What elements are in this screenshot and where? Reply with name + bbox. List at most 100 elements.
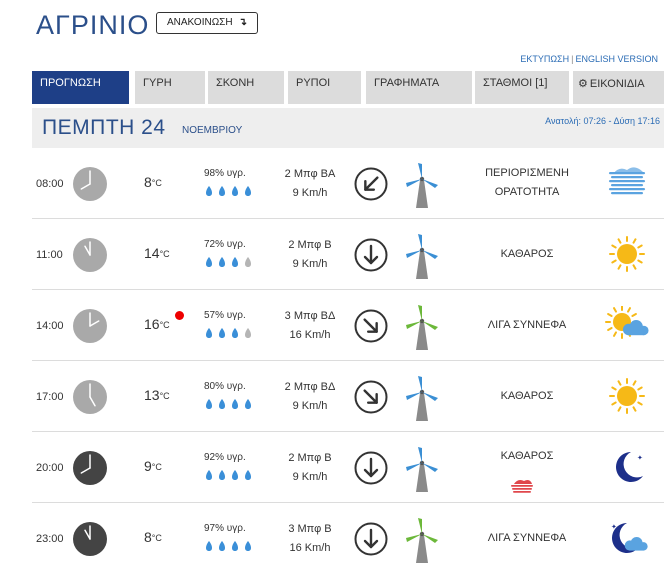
wind-force: 2 Μπφ ΒΑ (284, 168, 336, 180)
wind-force: 2 Μπφ Β (288, 452, 332, 464)
announcement-button[interactable]: ΑΝΑΚΟΙΝΩΣΗ ↴ (156, 12, 258, 34)
condition: ΚΑΘΑΡΟΣ (457, 447, 597, 466)
red-haze-icon (511, 480, 533, 493)
condition: ΠΕΡΙΟΡΙΣΜΕΝΗ ΟΡΑΤΟΤΗΤΑ (457, 164, 597, 202)
wind-turbine (404, 446, 440, 492)
wind-direction-icon (354, 380, 388, 414)
wind-speed: 9 Km/h (292, 400, 328, 412)
print-link[interactable]: ΕΚΤΥΠΩΣΗ (520, 54, 569, 64)
wind-direction-icon (354, 167, 388, 201)
condition-line: ΛΙΓΑ ΣΥΝΝΕΦΑ (487, 532, 567, 544)
temperature: 8°C (144, 174, 162, 190)
svg-text:✦: ✦ (637, 454, 643, 462)
return-arrow-icon: ↴ (238, 17, 247, 28)
wind-turbine-icon (406, 305, 438, 350)
humidity-drops (204, 184, 264, 196)
wind-turbine-icon (406, 376, 438, 421)
clock-icon (73, 309, 107, 343)
wind-force: 2 Μπφ Β (288, 239, 332, 251)
moon-icon: ✦ (616, 452, 643, 482)
condition: ΛΙΓΑ ΣΥΝΝΕΦΑ (457, 316, 597, 335)
condition-line: ΠΕΡΙΟΡΙΣΜΕΝΗ (485, 167, 569, 179)
tab-stations[interactable]: ΣΤΑΘΜΟΙ [1] (475, 71, 569, 104)
clock (72, 237, 108, 273)
wind-direction (354, 238, 388, 272)
wind-turbine-icon (406, 447, 438, 492)
wind-direction-icon (354, 451, 388, 485)
wind-turbine-icon (406, 163, 438, 208)
temperature: 16°C (144, 316, 170, 332)
wind-speed: 16 Km/h (289, 329, 331, 341)
condition-line: ΚΑΘΑΡΟΣ (500, 390, 554, 402)
top-links: ΕΚΤΥΠΩΣΗ | ENGLISH VERSION (520, 54, 658, 64)
gear-icon: ⚙ (578, 78, 588, 90)
moon-cloud-icon: ✦ (611, 523, 648, 553)
humidity: 92% υγρ. (204, 452, 246, 463)
tab-charts[interactable]: ΓΡΑΦΗΜΑΤΑ (366, 71, 472, 104)
humidity: 80% υγρ. (204, 381, 246, 392)
clock (72, 166, 108, 202)
clock (72, 379, 108, 415)
wind-direction-icon (354, 238, 388, 272)
humidity-drops (204, 539, 264, 551)
clock-icon (73, 451, 107, 485)
humidity-drops-icon (206, 541, 251, 551)
tab-forecast[interactable]: ΠΡΟΓΝΩΣΗ (32, 71, 129, 104)
tab-pollen[interactable]: ΓΥΡΗ (135, 71, 205, 104)
forecast-row: 08:00 8°C 98% υγρ. 2 Μπφ ΒΑ 9 Km/h ΠΕΡΙΟ… (32, 148, 664, 219)
wind-turbine (404, 233, 440, 279)
weather-icon (605, 305, 649, 344)
humidity-drops-icon (206, 328, 251, 338)
forecast-row: 20:00 9°C 92% υγρ. 2 Μπφ Β 9 Km/h ΚΑΘΑΡΟ… (32, 432, 664, 503)
humidity-drops-icon (206, 470, 251, 480)
forecast-time: 20:00 (36, 462, 64, 474)
tab-dust[interactable]: ΣΚΟΝΗ (208, 71, 284, 104)
wind-direction (354, 380, 388, 414)
humidity-drops (204, 468, 264, 480)
clock (72, 308, 108, 344)
wind-turbine-icon (406, 234, 438, 279)
humidity-drops-icon (206, 257, 251, 267)
wind-direction-icon (354, 522, 388, 556)
clock-icon (73, 522, 107, 556)
wind-direction-icon (354, 309, 388, 343)
wind-force: 2 Μπφ ΒΔ (284, 381, 336, 393)
humidity-drops-icon (206, 186, 251, 196)
forecast-time: 14:00 (36, 320, 64, 332)
clock (72, 450, 108, 486)
day-title: ΠΕΜΠΤΗ 24 (42, 116, 166, 139)
forecast-table: 08:00 8°C 98% υγρ. 2 Μπφ ΒΑ 9 Km/h ΠΕΡΙΟ… (32, 148, 664, 572)
wind-turbine (404, 304, 440, 350)
temperature: 8°C (144, 529, 162, 545)
wind-direction (354, 309, 388, 343)
wind-turbine (404, 375, 440, 421)
english-version-link[interactable]: ENGLISH VERSION (575, 54, 658, 64)
forecast-row: 17:00 13°C 80% υγρ. 2 Μπφ ΒΔ 9 Km/h ΚΑΘΑ… (32, 361, 664, 432)
sun-icon (609, 378, 645, 414)
clock-icon (73, 380, 107, 414)
city-title: ΑΓΡΙΝΙΟ (36, 10, 150, 40)
temperature: 9°C (144, 458, 162, 474)
humidity-drops (204, 326, 264, 338)
haze-indicator (508, 478, 536, 494)
tab-pollutants[interactable]: ΡΥΠΟΙ (288, 71, 361, 104)
tab-icons[interactable]: ⚙ ΕΙΚΟΝΙΔΙΑ (573, 71, 664, 104)
forecast-time: 17:00 (36, 391, 64, 403)
humidity: 98% υγρ. (204, 168, 246, 179)
clock-icon (73, 167, 107, 201)
wind-speed: 9 Km/h (292, 471, 328, 483)
condition: ΛΙΓΑ ΣΥΝΝΕΦΑ (457, 529, 597, 548)
condition-line: ΟΡΑΤΟΤΗΤΑ (494, 186, 560, 198)
humidity: 57% υγρ. (204, 310, 246, 321)
forecast-row: 23:00 8°C 97% υγρ. 3 Μπφ Β 16 Km/h ΛΙΓΑ … (32, 503, 664, 572)
humidity-drops-icon (206, 399, 251, 409)
humidity-drops (204, 255, 264, 267)
temperature: 13°C (144, 387, 170, 403)
clock-icon (73, 238, 107, 272)
wind-speed: 9 Km/h (292, 258, 328, 270)
nav-tabs: ΠΡΟΓΝΩΣΗ ΓΥΡΗ ΣΚΟΝΗ ΡΥΠΟΙ ΓΡΑΦΗΜΑΤΑ ΣΤΑΘ… (32, 71, 664, 104)
forecast-time: 08:00 (36, 178, 64, 190)
forecast-row: 11:00 14°C 72% υγρ. 2 Μπφ Β 9 Km/h ΚΑΘΑΡ… (32, 219, 664, 290)
svg-text:✦: ✦ (611, 523, 617, 531)
condition-line: ΚΑΘΑΡΟΣ (500, 248, 554, 260)
